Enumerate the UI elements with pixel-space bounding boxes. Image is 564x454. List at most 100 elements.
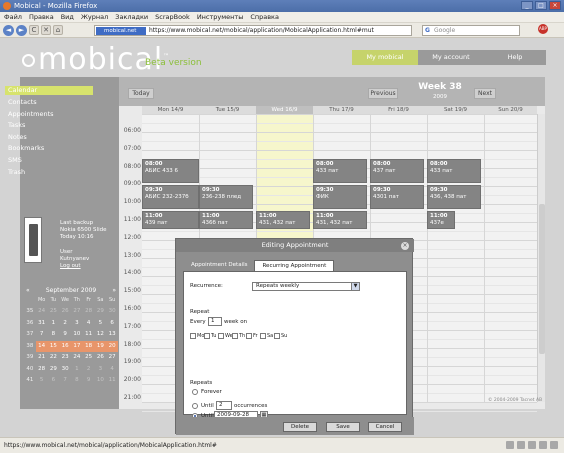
language-icon[interactable] [550, 441, 558, 449]
chevron-down-icon[interactable]: ▼ [351, 283, 359, 290]
cancel-button[interactable]: Cancel [368, 422, 402, 432]
appointment-block[interactable]: 08:00 437 пат [370, 159, 424, 183]
mini-day-cell[interactable]: 28 [83, 306, 95, 317]
tab-my-mobical[interactable]: My mobical [352, 50, 418, 65]
site-identity-badge[interactable]: mobical.net [96, 27, 146, 35]
adblock-icon[interactable]: ABP [538, 24, 548, 34]
tab-my-account[interactable]: My account [418, 50, 484, 65]
tab-help[interactable]: Help [484, 50, 546, 65]
forward-button[interactable]: ► [16, 24, 27, 36]
mini-day-cell[interactable]: 2 [59, 318, 71, 329]
mini-day-cell[interactable]: 21 [36, 352, 48, 363]
sidebar-item-sms[interactable]: SMS [5, 156, 93, 165]
mini-day-cell[interactable]: 25 [48, 306, 60, 317]
weekday-checkbox[interactable]: Su [274, 332, 287, 340]
maximize-button[interactable]: □ [535, 1, 547, 10]
weekday-checkbox[interactable]: Tu [204, 332, 216, 340]
appointment-block[interactable]: 08:00 433 пат [313, 159, 367, 183]
appointment-block[interactable]: 08:00 433 пат [427, 159, 481, 183]
mini-day-cell[interactable]: 27 [106, 352, 118, 363]
mini-day-cell[interactable]: 7 [59, 375, 71, 386]
menu-tools[interactable]: Инструменты [197, 12, 244, 22]
mini-day-cell[interactable]: 1 [48, 318, 60, 329]
mini-day-cell[interactable]: 10 [95, 375, 107, 386]
mini-day-cell[interactable]: 11 [83, 329, 95, 340]
checkbox-box[interactable] [190, 333, 196, 339]
mini-day-cell[interactable]: 10 [71, 329, 83, 340]
mini-day-cell[interactable]: 5 [95, 318, 107, 329]
mini-day-cell[interactable]: 4 [106, 364, 118, 375]
day-header[interactable]: Mon 14/9 [142, 106, 199, 114]
sidebar-item-calendar[interactable]: Calendar [5, 86, 93, 95]
menu-view[interactable]: Вид [61, 12, 74, 22]
menu-help[interactable]: Справка [250, 12, 279, 22]
sidebar-item-tasks[interactable]: Tasks [5, 121, 93, 130]
sidebar-item-bookmarks[interactable]: Bookmarks [5, 144, 93, 153]
mini-day-cell[interactable]: 8 [48, 329, 60, 340]
mini-day-cell[interactable]: 6 [106, 318, 118, 329]
calendar-scrollbar[interactable] [537, 114, 545, 402]
day-header[interactable]: Sun 20/9 [484, 106, 537, 114]
occurrences-input[interactable]: 2 [216, 401, 232, 410]
checkbox-box[interactable] [218, 333, 224, 339]
weekday-checkbox[interactable]: Fr [246, 332, 258, 340]
mini-day-cell[interactable]: 31 [36, 318, 48, 329]
weekday-checkbox[interactable]: Mo [190, 332, 204, 340]
forever-radio[interactable] [192, 389, 198, 395]
mini-day-cell[interactable]: 16 [59, 340, 71, 352]
mini-day-cell[interactable]: 20 [106, 340, 118, 352]
logout-link[interactable]: Log out [60, 263, 81, 270]
appointment-block[interactable]: 11:00 439 пат [142, 211, 199, 229]
search-input[interactable]: G Google [422, 25, 520, 36]
day-header[interactable]: Tue 15/9 [199, 106, 256, 114]
mini-day-cell[interactable]: 22 [48, 352, 60, 363]
menu-history[interactable]: Журнал [81, 12, 108, 22]
appointment-block[interactable]: 09:30 4301 пат [370, 185, 424, 209]
today-button[interactable]: Today [128, 88, 154, 99]
weekday-checkbox[interactable]: Sa [260, 332, 273, 340]
mini-day-cell[interactable]: 5 [36, 375, 48, 386]
next-button[interactable]: Next [474, 88, 496, 99]
checkbox-box[interactable] [232, 333, 238, 339]
menu-scrapbook[interactable]: ScrapBook [155, 12, 190, 22]
mini-day-cell[interactable]: 30 [59, 364, 71, 375]
addon-icon[interactable] [506, 441, 514, 449]
mini-day-cell[interactable]: 29 [48, 364, 60, 375]
mini-day-cell[interactable]: 6 [48, 375, 60, 386]
appointment-block[interactable]: 11:00 436б пат [199, 211, 253, 229]
appointment-block[interactable]: 09:30 436, 438 пат [427, 185, 481, 209]
dialog-close-icon[interactable]: × [401, 242, 409, 250]
mini-day-cell[interactable]: 2 [83, 364, 95, 375]
tab-recurring-appointment[interactable]: Recurring Appointment [254, 260, 335, 271]
minimize-button[interactable]: _ [521, 1, 533, 10]
mini-day-cell[interactable]: 1 [71, 364, 83, 375]
appointment-block[interactable]: 09:30 АБИС 232-237б [142, 185, 199, 209]
mini-day-cell[interactable]: 24 [71, 352, 83, 363]
mini-day-cell[interactable]: 15 [47, 340, 60, 352]
mini-day-cell[interactable]: 27 [71, 306, 83, 317]
menu-edit[interactable]: Правка [29, 12, 54, 22]
close-window-button[interactable]: × [549, 1, 561, 10]
mini-day-cell[interactable]: 18 [82, 340, 95, 352]
every-input[interactable]: 1 [208, 317, 222, 326]
day-header[interactable]: Thu 17/9 [313, 106, 370, 114]
mini-day-cell[interactable]: 14 [35, 340, 48, 352]
mini-day-cell[interactable]: 28 [36, 364, 48, 375]
tab-appointment-details[interactable]: Appointment Details [184, 260, 255, 271]
mini-day-cell[interactable]: 19 [94, 340, 107, 352]
mini-day-cell[interactable]: 29 [95, 306, 107, 317]
mini-day-cell[interactable]: 13 [106, 329, 118, 340]
mini-day-cell[interactable]: 9 [83, 375, 95, 386]
stop-button[interactable]: ✕ [41, 25, 51, 35]
checkbox-box[interactable] [274, 333, 280, 339]
mini-day-cell[interactable]: 11 [106, 375, 118, 386]
mini-day-cell[interactable]: 12 [95, 329, 107, 340]
mini-day-cell[interactable]: 25 [83, 352, 95, 363]
delete-button[interactable]: Delete [283, 422, 317, 432]
mini-day-cell[interactable]: 8 [71, 375, 83, 386]
mini-day-cell[interactable]: 30 [106, 306, 118, 317]
menu-bookmarks[interactable]: Закладки [115, 12, 148, 22]
mini-day-cell[interactable]: 24 [36, 306, 48, 317]
sync-icon[interactable] [539, 441, 547, 449]
mini-next-icon[interactable]: » [112, 286, 116, 295]
